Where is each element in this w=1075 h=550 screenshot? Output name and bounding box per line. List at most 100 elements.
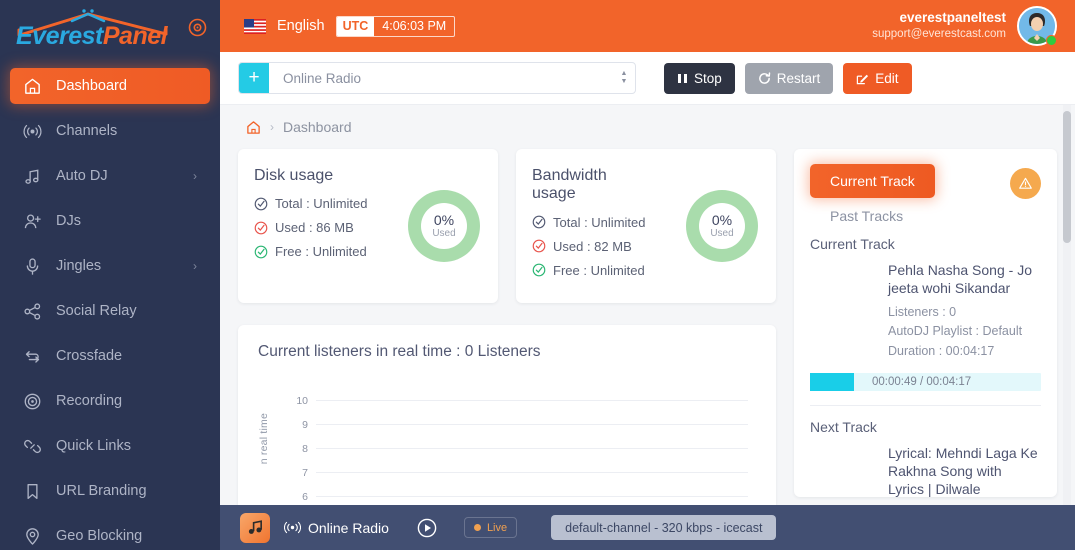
chart-gridline-row: 10: [286, 395, 756, 407]
record-icon: [22, 391, 42, 411]
edit-button[interactable]: Edit: [843, 63, 911, 94]
live-indicator: Live: [464, 517, 517, 538]
logo-text-everest: Everest: [16, 22, 103, 50]
target-icon[interactable]: [188, 18, 207, 37]
disk-percent-sub: Used: [432, 228, 455, 239]
sidebar-item-recording[interactable]: Recording: [10, 383, 210, 419]
chart-y-tick: 10: [286, 395, 308, 407]
chart-y-axis-label: n real time: [258, 413, 270, 464]
disk-usage-card: Disk usage Total : Unlimited Used : 86 M…: [238, 149, 498, 303]
refresh-icon: [758, 72, 771, 85]
home-icon: [22, 76, 42, 96]
stop-button[interactable]: Stop: [664, 63, 735, 94]
play-circle-icon: [417, 518, 437, 538]
tab-current-track[interactable]: Current Track: [810, 164, 935, 198]
current-track-playlist: AutoDJ Playlist : Default: [888, 322, 1041, 341]
chart-gridline: [316, 424, 748, 425]
channel-select-value[interactable]: Online Radio: [269, 71, 613, 86]
check-circle-icon-dark: [254, 197, 268, 211]
check-circle-icon-dark: [532, 215, 546, 229]
logo-text-panel: Panel: [103, 22, 167, 50]
sidebar-item-label: Channels: [56, 123, 117, 139]
player-channel-info[interactable]: default-channel - 320 kbps - icecast: [551, 515, 776, 540]
repeat-icon: [22, 346, 42, 366]
sidebar-item-dashboard[interactable]: Dashboard: [10, 68, 210, 104]
logo-text: EverestPanel: [16, 22, 167, 51]
language-label[interactable]: English: [277, 18, 325, 34]
chevron-right-icon: ›: [193, 259, 197, 273]
check-circle-icon-green: [254, 245, 268, 259]
breadcrumb-separator: ›: [270, 120, 274, 134]
sidebar-item-label: Crossfade: [56, 348, 122, 364]
current-track-name: Pehla Nasha Song - Jo jeeta wohi Sikanda…: [888, 262, 1041, 298]
sidebar-item-geo-blocking[interactable]: Geo Blocking: [10, 518, 210, 550]
microphone-icon: [22, 256, 42, 276]
track-divider: [810, 405, 1041, 406]
topbar: English UTC 4:06:03 PM everestpaneltest …: [220, 0, 1075, 52]
user-info: everestpaneltest support@everestcast.com: [872, 10, 1006, 41]
restart-button[interactable]: Restart: [745, 63, 834, 94]
avatar-wrapper[interactable]: [1017, 6, 1057, 46]
content-scrollbar[interactable]: [1063, 105, 1071, 550]
pause-icon: [677, 73, 688, 84]
live-dot-icon: [474, 524, 481, 531]
time-label: 4:06:03 PM: [374, 17, 454, 36]
chart-gridline: [316, 472, 748, 473]
user-name: everestpaneltest: [872, 10, 1006, 27]
broadcast-icon: [284, 521, 301, 534]
sidebar-item-label: Auto DJ: [56, 168, 108, 184]
chart-gridline-row: 8: [286, 443, 756, 455]
track-panel: Current Track Past Tracks: [794, 149, 1057, 497]
sidebar-item-auto-dj[interactable]: Auto DJ›: [10, 158, 210, 194]
breadcrumb: › Dashboard: [238, 105, 1057, 149]
current-track-listeners: Listeners : 0: [888, 303, 1041, 322]
topbar-right: everestpaneltest support@everestcast.com: [872, 6, 1057, 46]
bookmark-icon: [22, 481, 42, 501]
map-pin-icon: [22, 526, 42, 546]
bandwidth-donut-center: 0% Used: [699, 203, 745, 249]
track-progress-text: 00:00:49 / 00:04:17: [872, 376, 971, 388]
chart-gridline-row: 7: [286, 467, 756, 479]
scrollbar-thumb[interactable]: [1063, 111, 1071, 243]
restart-button-label: Restart: [777, 71, 821, 86]
link-icon: [22, 436, 42, 456]
sidebar-item-label: Social Relay: [56, 303, 137, 319]
sidebar-logo-row: EverestPanel: [0, 0, 220, 62]
current-track-duration: Duration : 00:04:17: [888, 342, 1041, 361]
next-track-thumbnail: [810, 445, 888, 497]
current-track-heading: Current Track: [810, 236, 1041, 252]
sidebar-item-quick-links[interactable]: Quick Links: [10, 428, 210, 464]
edit-pencil-icon: [856, 72, 869, 85]
chart-gridline: [316, 496, 748, 497]
chart-y-tick: 8: [286, 443, 308, 455]
tab-past-tracks[interactable]: Past Tracks: [810, 198, 923, 228]
sidebar-item-social-relay[interactable]: Social Relay: [10, 293, 210, 329]
bandwidth-usage-card: Bandwidth usage Total : Unlimited Used :…: [516, 149, 776, 303]
sidebar-item-url-branding[interactable]: URL Branding: [10, 473, 210, 509]
sidebar-item-jingles[interactable]: Jingles›: [10, 248, 210, 284]
bandwidth-usage-title: Bandwidth usage: [532, 167, 652, 204]
check-circle-icon-red: [254, 221, 268, 235]
broadcast-icon: [22, 121, 42, 141]
channel-select-stepper[interactable]: ▲▼: [613, 71, 635, 85]
home-icon[interactable]: [246, 120, 261, 135]
play-button[interactable]: [417, 517, 438, 538]
warning-button[interactable]: [1010, 168, 1041, 199]
bandwidth-used-text: Used : 82 MB: [553, 239, 632, 254]
sidebar-item-djs[interactable]: DJs: [10, 203, 210, 239]
disk-total-text: Total : Unlimited: [275, 196, 367, 211]
left-column: Disk usage Total : Unlimited Used : 86 M…: [238, 149, 776, 535]
chart-gridline: [316, 448, 748, 449]
sidebar-item-channels[interactable]: Channels: [10, 113, 210, 149]
channel-select[interactable]: + Online Radio ▲▼: [238, 62, 636, 94]
next-track-block: Lyrical: Mehndi Laga Ke Rakhna Song with…: [810, 445, 1041, 497]
track-progress-bar[interactable]: 00:00:49 / 00:04:17: [810, 373, 1041, 391]
player-logo: [240, 513, 270, 543]
chart-gridline: [316, 400, 748, 401]
sidebar-item-crossfade[interactable]: Crossfade: [10, 338, 210, 374]
sidebar-item-label: Dashboard: [56, 78, 127, 94]
next-track-info: Lyrical: Mehndi Laga Ke Rakhna Song with…: [888, 445, 1041, 497]
add-channel-button[interactable]: +: [239, 63, 269, 93]
current-track-info: Pehla Nasha Song - Jo jeeta wohi Sikanda…: [888, 262, 1041, 361]
everest-panel-logo[interactable]: EverestPanel: [14, 9, 176, 53]
